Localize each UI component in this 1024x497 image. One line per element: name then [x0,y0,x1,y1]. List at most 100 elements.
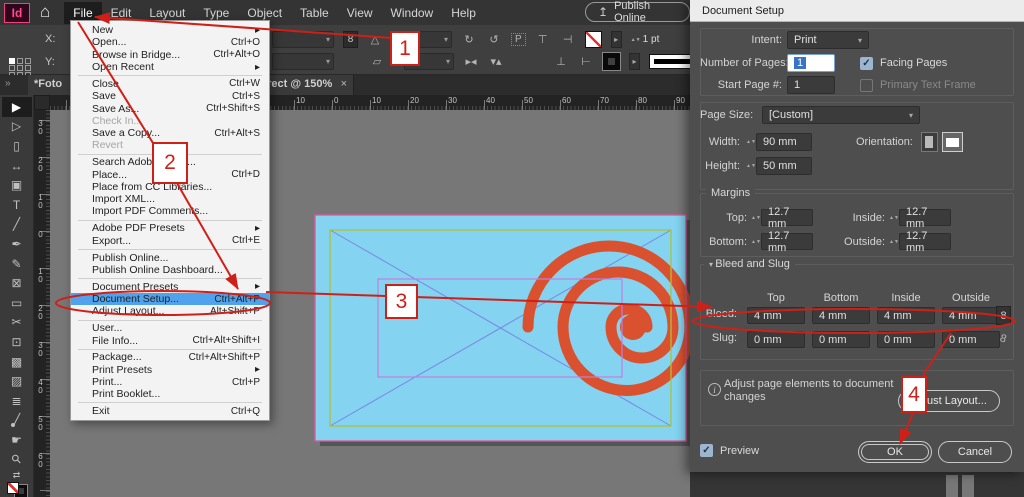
skew-icon[interactable]: ▱ [369,55,385,68]
pencil-tool[interactable]: ✎ [2,254,32,274]
margin-top-field[interactable]: 12.7 mm [761,209,813,226]
orientation-portrait-button[interactable] [921,132,938,152]
menu-table[interactable]: Table [291,2,338,24]
file-menu-item-print-presets[interactable]: Print Presets▸ [71,364,269,376]
home-icon[interactable]: ⌂ [40,2,50,22]
height-field[interactable]: 50 mm [756,157,812,175]
distribute-horizontal-icon[interactable]: ⊣ [560,33,576,46]
fill-options-arrow[interactable]: ▸ [611,31,622,48]
margin-bottom-field[interactable]: 12.7 mm [761,233,813,250]
file-menu-item-package[interactable]: Package...Ctrl+Alt+Shift+P [71,351,269,363]
file-menu-item-import-pdf-comments[interactable]: Import PDF Comments... [71,205,269,217]
hand-tool[interactable]: ☛ [2,430,32,450]
gradient-swatch-tool[interactable]: ▩ [2,352,32,372]
flip-vertical-icon[interactable]: ▾▴ [488,55,504,68]
preview-checkbox[interactable]: ✓ [700,444,713,457]
primary-text-frame-checkbox[interactable]: ✓ [860,79,873,92]
menu-help[interactable]: Help [442,2,485,24]
margin-inside-field[interactable]: 12.7 mm [899,209,951,226]
stroke-options-arrow[interactable]: ▸ [629,53,640,70]
direct-selection-tool[interactable]: ▷ [2,117,32,137]
cancel-button[interactable]: Cancel [938,441,1012,463]
dialog-title-bar[interactable]: Document Setup [690,0,1024,22]
file-menu-item-open[interactable]: Open...Ctrl+O [71,36,269,48]
eyedropper-tool[interactable]: ╱ [2,411,32,431]
indesign-logo[interactable]: Id [4,3,30,23]
note-tool[interactable]: ≣ [2,391,32,411]
file-menu-item-save-as[interactable]: Save As...Ctrl+Shift+S [71,102,269,114]
file-menu-item-adobe-pdf-presets[interactable]: Adobe PDF Presets▸ [71,222,269,234]
facing-pages-checkbox[interactable]: ✓ [860,57,873,70]
bleed-bottom-field[interactable]: 4 mm [812,307,870,324]
file-menu-item-save-a-copy[interactable]: Save a Copy...Ctrl+Alt+S [71,127,269,139]
file-menu-item-print[interactable]: Print...Ctrl+P [71,376,269,388]
file-menu-item-close[interactable]: CloseCtrl+W [71,78,269,90]
align-bottom-icon[interactable]: ⊥ [553,55,569,68]
rotate-ccw-icon[interactable]: ↺ [486,33,502,46]
stroke-color-swatch[interactable] [603,53,620,70]
file-menu-item-document-setup[interactable]: Document Setup...Ctrl+Alt+P [71,293,269,305]
scale-x-dropdown[interactable]: ▾ [272,31,334,48]
shear-icon[interactable]: △ [367,33,383,46]
file-menu-item-export[interactable]: Export...Ctrl+E [71,235,269,247]
panel-chevrons-icon[interactable]: » [5,78,11,89]
line-tool[interactable]: ╱ [2,215,32,235]
gap-tool[interactable]: ↔ [2,156,32,176]
scissors-tool[interactable]: ✂ [2,313,32,333]
bleed-slug-header[interactable]: ▾ Bleed and Slug [704,258,795,270]
file-menu-item-import-xml[interactable]: Import XML... [71,193,269,205]
file-menu-item-adjust-layout[interactable]: Adjust Layout...Alt+Shift+P [71,305,269,317]
fill-color-swatch[interactable] [585,31,602,48]
flip-horizontal-icon[interactable]: ▸◂ [463,55,479,68]
bleed-link-icon[interactable]: 8 [996,306,1011,325]
fill-none-swatch[interactable] [7,482,19,494]
swap-fill-stroke-icon[interactable]: ⇄ [13,470,21,481]
type-tool[interactable]: T [2,195,32,215]
menu-window[interactable]: Window [382,2,443,24]
file-menu-item-new[interactable]: New▸ [71,24,269,36]
menu-view[interactable]: View [338,2,382,24]
file-menu-item-publish-online[interactable]: Publish Online... [71,251,269,263]
scroll-handle[interactable] [946,475,958,497]
file-menu-item-open-recent[interactable]: Open Recent▸ [71,61,269,73]
scale-y-dropdown[interactable]: ▾ [272,53,334,70]
fill-stroke-swatches[interactable] [7,482,27,497]
ok-button[interactable]: OK [858,441,932,463]
number-of-pages-field[interactable]: 1 [787,54,835,72]
height-stepper[interactable]: ▲▼ [746,164,754,168]
orientation-landscape-button[interactable] [942,132,963,152]
intent-dropdown[interactable]: Print▾ [787,31,869,49]
scroll-handle[interactable] [962,475,974,497]
slug-bottom-field[interactable]: 0 mm [812,331,870,348]
bleed-inside-field[interactable]: 4 mm [877,307,935,324]
file-menu-item-browse-in-bridge[interactable]: Browse in Bridge...Ctrl+Alt+O [71,49,269,61]
pen-tool[interactable]: ✒ [2,234,32,254]
width-stepper[interactable]: ▲▼ [746,140,754,144]
paragraph-composer-icon[interactable]: P [511,33,526,46]
file-menu-item-publish-online-dashboard[interactable]: Publish Online Dashboard... [71,264,269,276]
margin-inside-stepper[interactable]: ▲▼ [889,216,897,220]
margin-outside-stepper[interactable]: ▲▼ [889,240,897,244]
page-size-dropdown[interactable]: [Custom]▾ [762,106,920,124]
align-left-icon[interactable]: ⊢ [578,55,594,68]
width-field[interactable]: 90 mm [756,133,812,151]
ruler-origin-box[interactable] [34,95,50,110]
vertical-ruler[interactable]: 3020100102030405060 [34,110,50,497]
slug-top-field[interactable]: 0 mm [747,331,805,348]
distribute-vertical-icon[interactable]: ⊤ [535,33,551,46]
margin-outside-field[interactable]: 12.7 mm [899,233,951,250]
file-menu-item-document-presets[interactable]: Document Presets▸ [71,281,269,293]
tab-close-icon[interactable]: × [341,78,347,90]
page-tool[interactable]: ▯ [2,136,32,156]
gradient-feather-tool[interactable]: ▨ [2,371,32,391]
selection-tool[interactable]: ▶ [2,97,32,117]
free-transform-tool[interactable]: ⊡ [2,332,32,352]
bleed-top-field[interactable]: 4 mm [747,307,805,324]
bleed-outside-field[interactable]: 4 mm [942,307,1000,324]
slug-inside-field[interactable]: 0 mm [877,331,935,348]
file-menu-item-save[interactable]: SaveCtrl+S [71,90,269,102]
publish-online-button[interactable]: ↥ Publish Online [585,2,690,22]
rotate-cw-icon[interactable]: ↻ [461,33,477,46]
constrain-scale-link-icon[interactable]: 8 [343,31,358,48]
file-menu-item-user[interactable]: User... [71,322,269,334]
